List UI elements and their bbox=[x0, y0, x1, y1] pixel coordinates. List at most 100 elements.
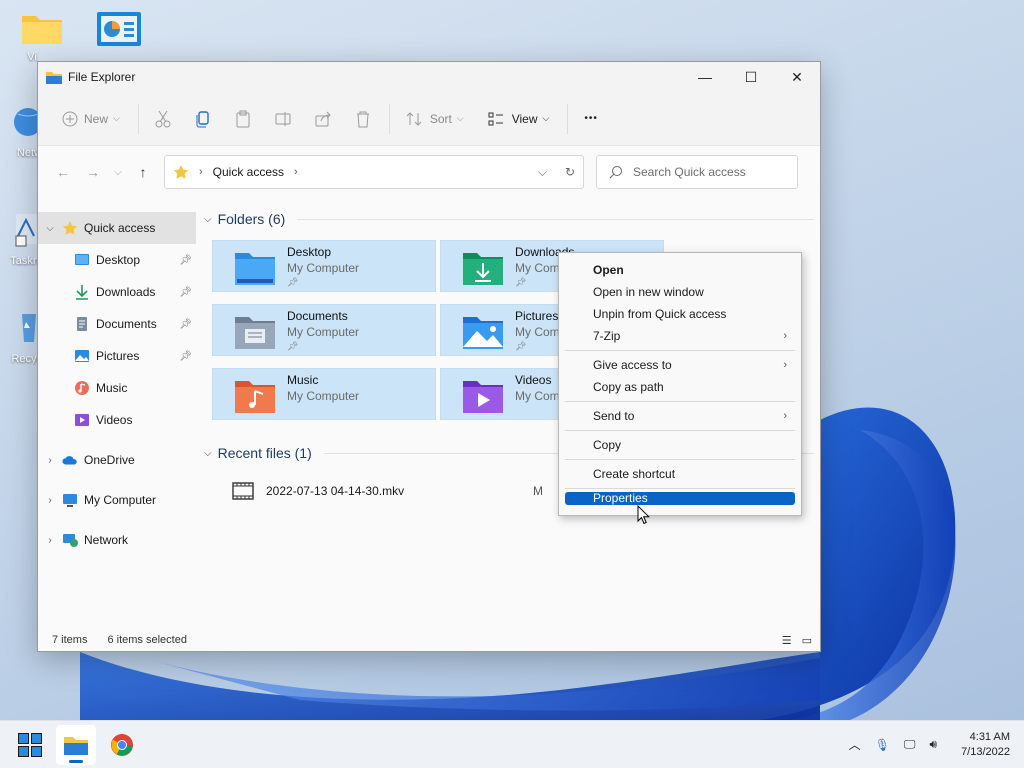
folder-tile-documents[interactable]: Documents My Computer 📌︎ bbox=[212, 304, 436, 356]
navigation-pane: ⌵ Quick access Desktop 📌︎ Downloads 📌︎ D… bbox=[38, 198, 196, 629]
tiles-view-icon[interactable]: ▭ bbox=[802, 634, 812, 647]
recent-locations-button[interactable]: ⌵ bbox=[108, 157, 128, 187]
menu-item-properties[interactable]: Properties bbox=[565, 492, 795, 505]
folder-tile-music[interactable]: Music My Computer bbox=[212, 368, 436, 420]
forward-button[interactable]: → bbox=[78, 157, 108, 187]
sidebar-item-downloads[interactable]: Downloads 📌︎ bbox=[38, 276, 196, 308]
folder-location: My Computer bbox=[287, 261, 360, 275]
rename-button[interactable] bbox=[269, 103, 297, 135]
videos-folder-icon bbox=[463, 381, 503, 413]
sidebar-item-pictures[interactable]: Pictures 📌︎ bbox=[38, 340, 196, 372]
more-options-button[interactable]: ••• bbox=[578, 103, 604, 135]
microphone-icon[interactable]: 🎙︎ bbox=[875, 738, 890, 752]
sort-button[interactable]: Sort ⌵ bbox=[400, 103, 470, 135]
folder-location: My Computer bbox=[287, 389, 360, 403]
new-button[interactable]: New ⌵ bbox=[56, 103, 126, 135]
back-button[interactable]: ← bbox=[48, 157, 78, 187]
menu-item-label: Unpin from Quick access bbox=[593, 307, 727, 321]
folder-tile-desktop[interactable]: Desktop My Computer 📌︎ bbox=[212, 240, 436, 292]
chrome-icon bbox=[111, 733, 133, 756]
control-panel-icon bbox=[97, 12, 141, 46]
network-status-icon[interactable]: 🖵︎ bbox=[904, 737, 916, 752]
menu-item-label: Open in new window bbox=[593, 285, 704, 299]
desktop-network-shortcut[interactable]: Netw bbox=[2, 102, 42, 159]
pin-icon: 📌︎ bbox=[287, 277, 299, 287]
share-icon bbox=[315, 111, 331, 126]
volume-icon[interactable]: 🔊︎ bbox=[930, 737, 938, 752]
pin-icon: 📌︎ bbox=[287, 341, 299, 351]
file-explorer-app-icon bbox=[46, 72, 62, 84]
delete-button[interactable] bbox=[349, 103, 377, 135]
menu-item-unpin[interactable]: Unpin from Quick access bbox=[565, 303, 795, 325]
menu-item-label: Give access to bbox=[593, 358, 672, 372]
sidebar-item-network[interactable]: › Network bbox=[38, 524, 196, 556]
rename-icon bbox=[275, 111, 291, 126]
address-history-dropdown[interactable]: ⌵ bbox=[538, 165, 547, 180]
menu-item-7zip[interactable]: 7-Zip › bbox=[565, 325, 795, 347]
sidebar-item-documents[interactable]: Documents 📌︎ bbox=[38, 308, 196, 340]
start-button[interactable] bbox=[10, 725, 50, 765]
taskbar-file-explorer[interactable] bbox=[56, 724, 96, 765]
share-button[interactable] bbox=[309, 103, 337, 135]
sidebar-item-onedrive[interactable]: › OneDrive bbox=[38, 444, 196, 476]
clock-time: 4:31 AM bbox=[969, 730, 1010, 743]
copy-button[interactable] bbox=[189, 103, 217, 135]
menu-item-label: Properties bbox=[593, 491, 648, 505]
taskbar-chrome[interactable] bbox=[102, 725, 142, 765]
folder-name: Pictures bbox=[515, 309, 559, 323]
minimize-button[interactable]: — bbox=[682, 62, 728, 92]
file-location: M bbox=[533, 484, 543, 498]
menu-item-copy[interactable]: Copy bbox=[565, 434, 795, 456]
refresh-icon[interactable]: ↻ bbox=[565, 165, 575, 180]
clock[interactable]: 4:31 AM 7/13/2022 bbox=[961, 730, 1010, 760]
pictures-icon bbox=[74, 348, 90, 364]
search-input[interactable] bbox=[633, 165, 783, 179]
folders-group-header[interactable]: ⌵ Folders (6) bbox=[204, 208, 814, 230]
desktop-recycle-bin[interactable]: Recyc bbox=[2, 308, 42, 365]
menu-item-open-new-window[interactable]: Open in new window bbox=[565, 281, 795, 303]
menu-item-send-to[interactable]: Send to › bbox=[565, 405, 795, 427]
sidebar-item-my-computer[interactable]: › My Computer bbox=[38, 484, 196, 516]
command-bar: New ⌵ Sort ⌵ View ⌵ ••• bbox=[38, 92, 820, 146]
address-bar[interactable]: › Quick access › ⌵ ↻ bbox=[164, 155, 584, 189]
menu-item-copy-as-path[interactable]: Copy as path bbox=[565, 376, 795, 398]
expand-chevron-icon[interactable]: › bbox=[38, 495, 62, 506]
expand-chevron-icon[interactable]: › bbox=[38, 535, 62, 546]
sidebar-item-desktop[interactable]: Desktop 📌︎ bbox=[38, 244, 196, 276]
show-hidden-icons-icon[interactable]: ︿ bbox=[849, 736, 861, 753]
title-bar[interactable]: File Explorer — ☐ ✕ bbox=[38, 62, 820, 92]
menu-item-give-access[interactable]: Give access to › bbox=[565, 354, 795, 376]
view-list-icon bbox=[488, 112, 503, 125]
search-box[interactable] bbox=[596, 155, 798, 189]
breadcrumb-quick-access[interactable]: Quick access bbox=[213, 165, 284, 179]
toolbar-divider bbox=[137, 103, 139, 134]
menu-item-open[interactable]: Open bbox=[565, 259, 795, 281]
cut-button[interactable] bbox=[149, 103, 177, 135]
selected-count: 6 items selected bbox=[107, 634, 187, 646]
collapse-chevron-icon[interactable]: ⌵ bbox=[38, 223, 62, 234]
desktop-folder-shortcut[interactable]: Vi bbox=[10, 10, 74, 63]
menu-item-create-shortcut[interactable]: Create shortcut bbox=[565, 463, 795, 485]
maximize-button[interactable]: ☐ bbox=[728, 62, 774, 92]
trash-icon bbox=[356, 111, 369, 127]
up-button[interactable]: ↑ bbox=[128, 157, 158, 187]
details-view-icon[interactable]: ☰ bbox=[782, 634, 792, 647]
folder-name: Videos bbox=[515, 373, 552, 387]
expand-chevron-icon[interactable]: › bbox=[38, 455, 62, 466]
paste-button[interactable] bbox=[229, 103, 257, 135]
desktop-control-panel-shortcut[interactable] bbox=[86, 10, 150, 53]
close-button[interactable]: ✕ bbox=[774, 62, 820, 92]
desktop-taskmgr-shortcut[interactable]: Taskm bbox=[2, 210, 42, 267]
context-menu: Open Open in new window Unpin from Quick… bbox=[558, 252, 802, 516]
sidebar-item-music[interactable]: Music bbox=[38, 372, 196, 404]
menu-separator bbox=[565, 459, 795, 460]
sidebar-item-videos[interactable]: Videos bbox=[38, 404, 196, 436]
desktop-icon-label: Netw bbox=[16, 147, 42, 159]
sidebar-item-label: Documents bbox=[96, 317, 157, 331]
chevron-down-icon: ⌵ bbox=[113, 113, 120, 123]
computer-icon bbox=[62, 492, 78, 508]
menu-separator bbox=[565, 488, 795, 489]
sidebar-item-quick-access[interactable]: ⌵ Quick access bbox=[38, 212, 196, 244]
view-button[interactable]: View ⌵ bbox=[482, 103, 556, 135]
menu-item-label: Open bbox=[593, 263, 624, 277]
